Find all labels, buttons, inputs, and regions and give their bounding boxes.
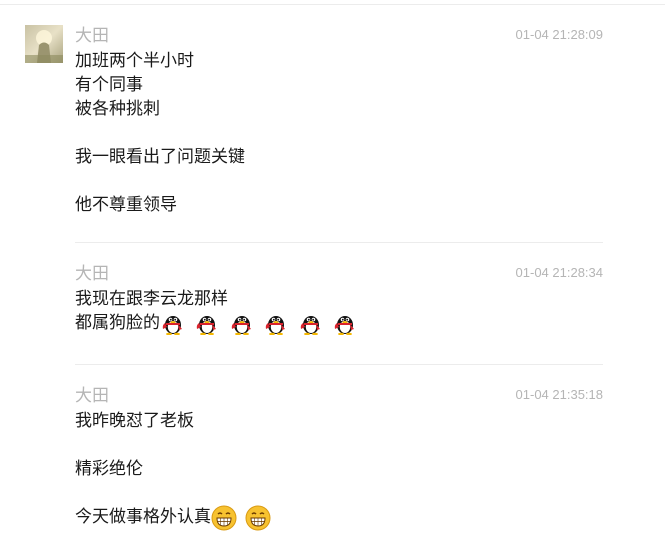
avatar[interactable] — [25, 25, 63, 63]
message-line: 被各种挑刺 — [75, 99, 160, 119]
message-time: 01-04 21:35:18 — [515, 387, 603, 402]
top-divider — [0, 4, 665, 5]
qq-penguin-icon — [263, 311, 289, 335]
message-line — [75, 433, 603, 457]
message-line: 精彩绝伦 — [75, 459, 143, 479]
qq-penguin-icon — [298, 311, 324, 335]
message-line: 我现在跟李云龙那样 — [75, 289, 228, 309]
message-divider — [75, 364, 603, 365]
message-line: 他不尊重领导 — [75, 195, 177, 215]
emoji-row — [211, 505, 274, 531]
message-line: 加班两个半小时 — [75, 51, 194, 71]
message-line: 我一眼看出了问题关键 — [75, 147, 245, 167]
qq-penguin-icon — [160, 311, 186, 335]
qq-penguin-icon — [229, 311, 255, 335]
grin-face-icon — [211, 505, 237, 531]
message-line — [75, 169, 603, 193]
qq-penguin-icon — [332, 311, 358, 335]
message-item: 大田 01-04 21:35:18 我昨晚怼了老板 精彩绝伦 今天做事格外认真 — [75, 384, 603, 531]
message-item: 大田 01-04 21:28:09 加班两个半小时 有个同事 被各种挑刺 我一眼… — [75, 24, 603, 217]
message-line: 我昨晚怼了老板 — [75, 411, 194, 431]
message-line-with-emoji: 都属狗脸的 — [75, 311, 603, 335]
sender-name[interactable]: 大田 — [75, 262, 109, 286]
qq-penguin-icon — [194, 311, 220, 335]
sender-name[interactable]: 大田 — [75, 384, 109, 408]
message-line — [75, 121, 603, 145]
emoji-row — [160, 311, 361, 335]
message-time: 01-04 21:28:09 — [515, 27, 603, 42]
sender-name[interactable]: 大田 — [75, 24, 109, 48]
message-line: 有个同事 — [75, 75, 143, 95]
message-line-text: 都属狗脸的 — [75, 313, 160, 333]
message-line-with-emoji: 今天做事格外认真 — [75, 505, 603, 531]
message-time: 01-04 21:28:34 — [515, 265, 603, 280]
message-item: 大田 01-04 21:28:34 我现在跟李云龙那样 都属狗脸的 — [75, 262, 603, 335]
message-divider — [75, 242, 603, 243]
message-line-text: 今天做事格外认真 — [75, 507, 211, 527]
grin-face-icon — [245, 505, 271, 531]
message-line — [75, 481, 603, 505]
